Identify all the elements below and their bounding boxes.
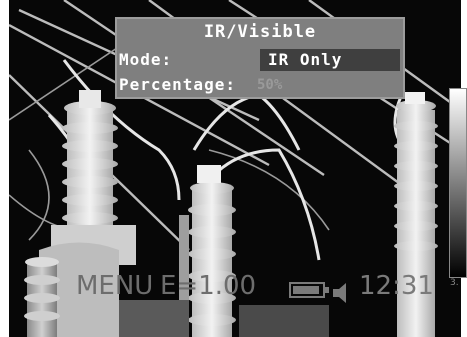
ir-visible-menu: IR/Visible Mode: IR Only Percentage: 50% <box>115 17 405 99</box>
mode-row[interactable]: Mode: IR Only <box>117 48 403 72</box>
percentage-row[interactable]: Percentage: 50% <box>117 73 403 97</box>
camera-screen: IR/Visible Mode: IR Only Percentage: 50%… <box>9 0 461 337</box>
color-palette-bar <box>449 88 467 278</box>
percentage-value[interactable]: 50% <box>257 73 282 97</box>
mode-value-selector[interactable]: IR Only <box>260 49 400 71</box>
percentage-label: Percentage: <box>119 75 236 94</box>
menu-title: IR/Visible <box>203 22 317 42</box>
menu-softkey[interactable]: MENU <box>76 271 153 301</box>
palette-scale-tick: 3. <box>450 278 459 288</box>
mode-label: Mode: <box>119 50 173 69</box>
